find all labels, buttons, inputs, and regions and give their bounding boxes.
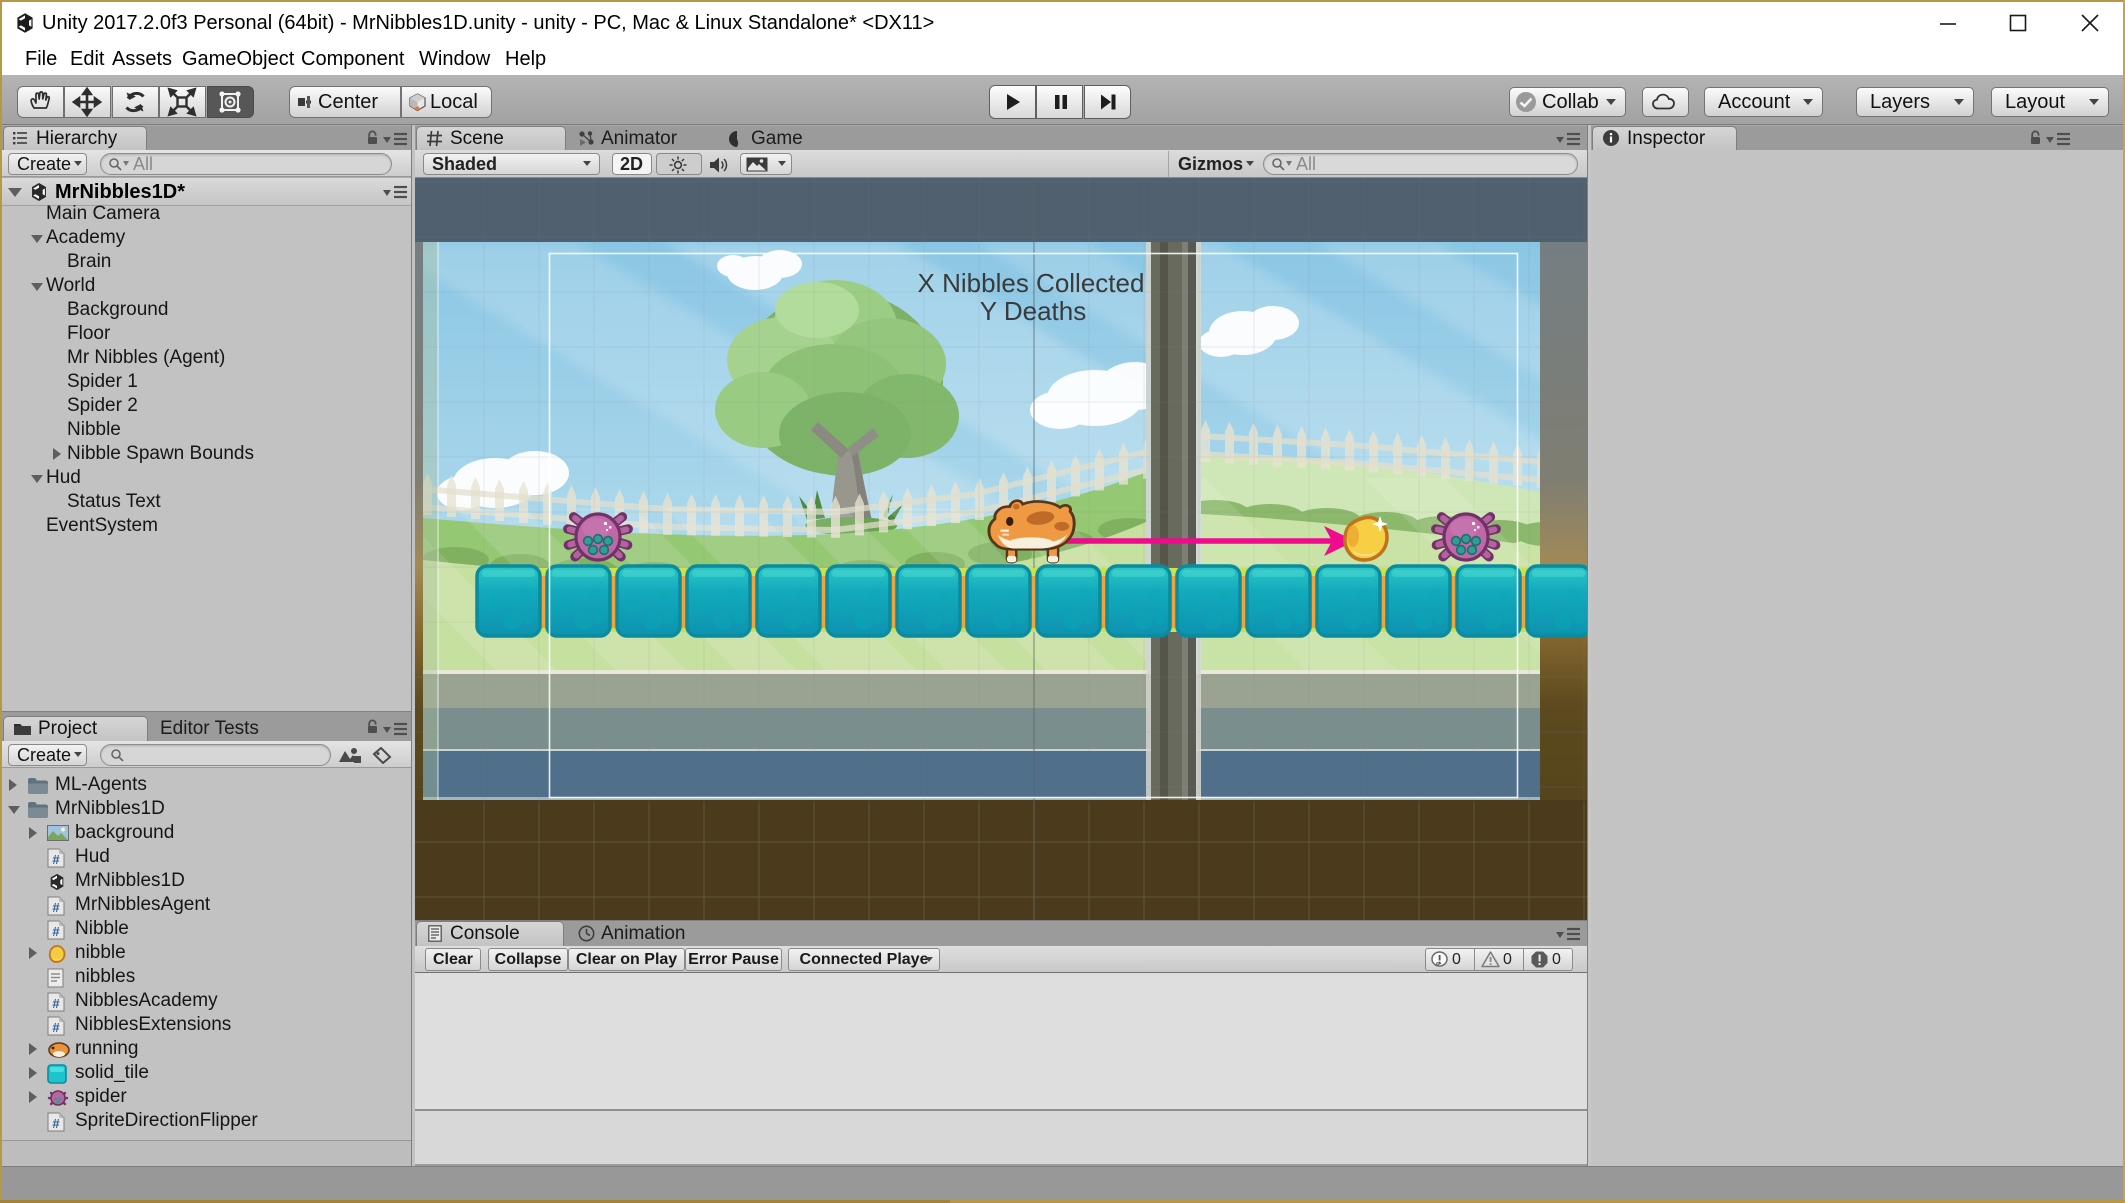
svg-text:#: # <box>52 996 60 1011</box>
svg-text:#: # <box>52 852 60 867</box>
svg-text:#: # <box>52 924 60 939</box>
svg-text:#: # <box>52 1116 60 1131</box>
svg-text:X Nibbles Collected: X Nibbles Collected <box>918 268 1145 298</box>
svg-text:Y Deaths: Y Deaths <box>980 296 1086 326</box>
svg-text:#: # <box>52 900 60 915</box>
svg-text:#: # <box>52 1020 60 1035</box>
